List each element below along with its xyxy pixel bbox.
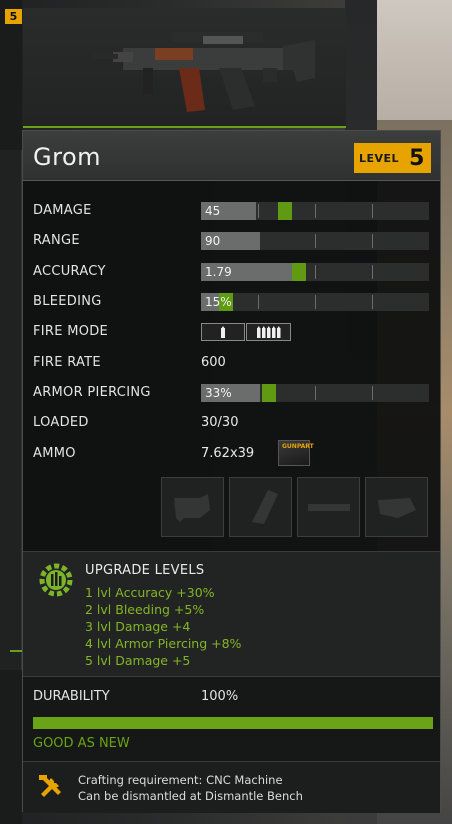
weapon-preview-card[interactable] xyxy=(23,8,346,128)
stat-row-damage: DAMAGE 45 xyxy=(33,201,433,221)
stat-value: 30/30 xyxy=(201,415,239,430)
stat-row-loaded: LOADED 30/30 xyxy=(33,413,433,433)
fire-mode-auto-button[interactable] xyxy=(246,323,291,341)
dismantle-info: Can be dismantled at Dismantle Bench xyxy=(78,789,303,803)
barrel-slot-icon xyxy=(308,504,350,511)
level-value: 5 xyxy=(409,145,425,171)
single-bullet-icon xyxy=(221,326,225,338)
upgrade-item: 4 lvl Armor Piercing +8% xyxy=(85,636,242,651)
upgrade-list: 1 lvl Accuracy +30% 2 lvl Bleeding +5% 3… xyxy=(85,584,241,669)
stat-value: 90 xyxy=(205,234,221,248)
stat-bar-upgrade xyxy=(262,384,277,402)
panel-header: Grom LEVEL 5 xyxy=(23,131,440,181)
stat-bar-tick xyxy=(258,234,259,248)
durability-label: DURABILITY xyxy=(33,689,110,704)
stat-row-accuracy: ACCURACY 1.79 xyxy=(33,262,433,282)
attachment-slot-magazine[interactable] xyxy=(229,477,292,537)
upgrade-item: 2 lvl Bleeding +5% xyxy=(85,602,205,617)
stat-row-fire-mode: FIRE MODE xyxy=(33,322,433,342)
upgrade-title: UPGRADE LEVELS xyxy=(85,563,205,578)
upgrade-item: 1 lvl Accuracy +30% xyxy=(85,585,215,600)
weapon-name: Grom xyxy=(33,143,101,171)
wrench-hammer-icon xyxy=(39,775,61,797)
stat-bar: 15% xyxy=(201,293,429,311)
stat-value: 7.62x39 xyxy=(201,446,255,461)
durability-bar xyxy=(33,717,433,729)
stat-bar-tick xyxy=(258,265,259,279)
stat-label: ACCURACY xyxy=(33,264,106,279)
ammo-box-icon: GUNPART xyxy=(278,440,314,466)
stat-bar: 45 xyxy=(201,202,429,220)
stat-bar: 1.79 xyxy=(201,263,429,281)
level-label: LEVEL xyxy=(359,151,400,165)
weapon-level-badge: 5 xyxy=(5,9,22,24)
magazine-slot-icon xyxy=(252,490,278,524)
stat-bar-tick xyxy=(258,295,259,309)
stat-label: FIRE MODE xyxy=(33,324,109,339)
upgrade-item: 3 lvl Damage +4 xyxy=(85,619,191,634)
stat-row-range: RANGE 90 xyxy=(33,231,433,251)
fire-mode-single-button[interactable] xyxy=(201,323,245,341)
stat-value: 1.79 xyxy=(205,265,232,279)
ammo-box-label: GUNPART xyxy=(282,443,314,450)
stat-bar-tick xyxy=(315,204,316,218)
stat-label: BLEEDING xyxy=(33,294,102,309)
stat-bar-tick xyxy=(315,386,316,400)
auto-bullets-icon xyxy=(256,326,280,338)
durability-status: GOOD AS NEW xyxy=(33,736,130,751)
stat-label: AMMO xyxy=(33,446,76,461)
stat-bar-tick xyxy=(258,204,259,218)
stat-bar-tick xyxy=(372,295,373,309)
stat-value: 45 xyxy=(205,204,221,218)
stat-bar-tick xyxy=(315,295,316,309)
stat-bar-tick xyxy=(315,265,316,279)
stat-bar: 90 xyxy=(201,232,429,250)
stat-bar-tick xyxy=(372,386,373,400)
stat-label: DAMAGE xyxy=(33,203,92,218)
upgrade-item: 5 lvl Damage +5 xyxy=(85,653,191,668)
stat-bar-tick xyxy=(315,234,316,248)
inventory-strip xyxy=(0,150,22,670)
stat-row-armor-piercing: ARMOR PIERCING 33% xyxy=(33,383,433,403)
stat-bar-tick xyxy=(372,204,373,218)
stat-label: FIRE RATE xyxy=(33,355,101,370)
crafting-section: Crafting requirement: CNC Machine Can be… xyxy=(23,761,440,813)
stat-label: RANGE xyxy=(33,233,80,248)
weapon-info-panel: Grom LEVEL 5 DAMAGE 45 RANGE 90 ACCURACY 1.79… xyxy=(22,130,441,813)
stat-bar: 33% xyxy=(201,384,429,402)
background-wall xyxy=(375,0,452,120)
durability-section: DURABILITY 100% GOOD AS NEW xyxy=(23,676,440,761)
stat-row-bleeding: BLEEDING 15% xyxy=(33,292,433,312)
stat-bar-tick xyxy=(372,234,373,248)
stat-bar-upgrade xyxy=(278,202,293,220)
stat-row-ammo: AMMO 7.62x39 GUNPART xyxy=(33,440,433,466)
durability-fill xyxy=(33,717,433,729)
scope-slot-icon xyxy=(174,494,210,522)
upgrade-levels-section: UPGRADE LEVELS 1 lvl Accuracy +30% 2 lvl… xyxy=(23,551,440,676)
stat-label: ARMOR PIERCING xyxy=(33,385,151,400)
stat-value: 33% xyxy=(205,386,232,400)
stat-bar-upgrade xyxy=(291,263,306,281)
attachment-slot-barrel[interactable] xyxy=(297,477,360,537)
stat-label: LOADED xyxy=(33,415,89,430)
upgrade-gear-icon xyxy=(39,563,73,597)
attachment-slot-grip[interactable] xyxy=(365,477,428,537)
level-box: LEVEL 5 xyxy=(354,143,431,173)
stat-bar-tick xyxy=(372,265,373,279)
stat-value: 15% xyxy=(205,295,232,309)
grip-slot-icon xyxy=(378,498,416,518)
crafting-requirement: Crafting requirement: CNC Machine xyxy=(78,773,283,787)
stat-value: 600 xyxy=(201,355,226,370)
stat-row-fire-rate: FIRE RATE 600 xyxy=(33,353,433,373)
stat-bar-tick xyxy=(258,386,259,400)
durability-value: 100% xyxy=(201,689,239,704)
attachment-slot-scope[interactable] xyxy=(161,477,224,537)
weapon-icon xyxy=(93,32,315,112)
